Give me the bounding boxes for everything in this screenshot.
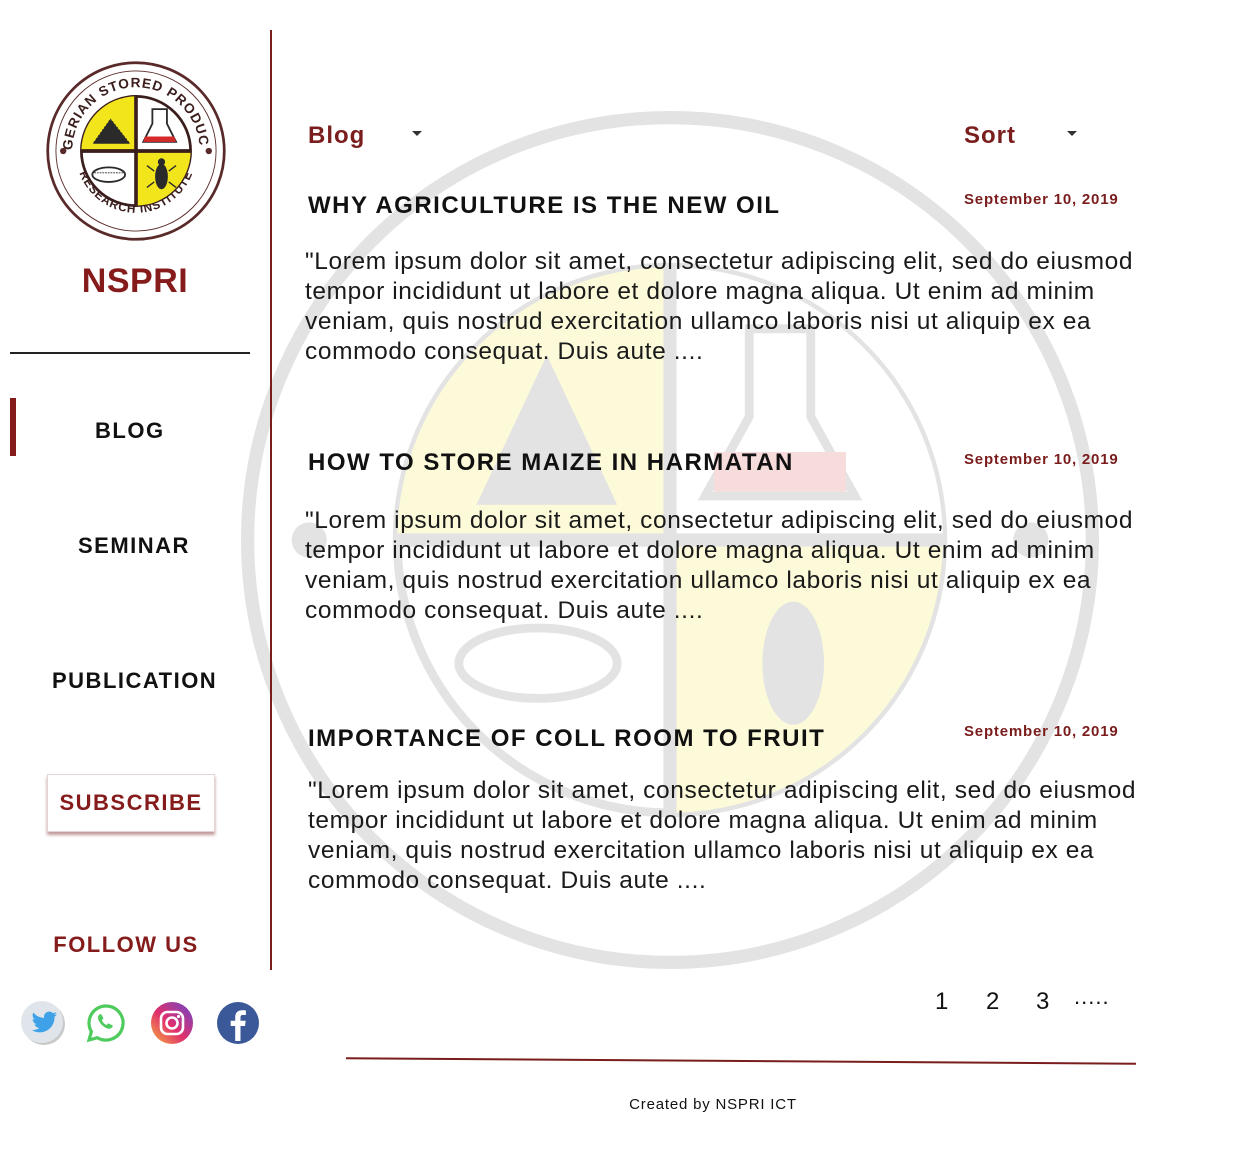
active-nav-indicator — [10, 398, 16, 456]
post-date: September 10, 2019 — [964, 191, 1119, 208]
sort-chevron-down-icon[interactable] — [1067, 131, 1077, 136]
footer-credit: Created by NSPRI ICT — [629, 1096, 797, 1113]
post-excerpt: "Lorem ipsum dolor sit amet, consectetur… — [305, 248, 1134, 365]
sidebar-item-publication[interactable]: PUBLICATION — [52, 668, 217, 694]
post-excerpt: "Lorem ipsum dolor sit amet, consectetur… — [308, 777, 1137, 894]
post-date: September 10, 2019 — [964, 723, 1119, 740]
nspri-logo[interactable]: NIGERIAN STORED PRODUCTS RESEARCH INSTIT… — [45, 60, 227, 242]
sort-dropdown[interactable]: Sort — [964, 122, 1016, 150]
whatsapp-icon[interactable] — [84, 1001, 128, 1045]
post-title[interactable]: WHY AGRICULTURE IS THE NEW OIL — [308, 192, 781, 220]
brand-name: NSPRI — [81, 262, 189, 300]
category-dropdown[interactable]: Blog — [308, 122, 365, 150]
sidebar-divider — [10, 352, 250, 354]
sidebar-item-seminar[interactable]: SEMINAR — [78, 533, 190, 559]
page-link-3[interactable]: 3 — [1036, 988, 1049, 1016]
page-link-1[interactable]: 1 — [935, 988, 948, 1016]
category-chevron-down-icon[interactable] — [412, 131, 422, 136]
post-title[interactable]: IMPORTANCE OF COLL ROOM TO FRUIT — [308, 725, 825, 753]
twitter-icon[interactable] — [21, 1001, 65, 1045]
facebook-icon[interactable] — [216, 1001, 260, 1045]
page-link-2[interactable]: 2 — [986, 988, 999, 1016]
post-title[interactable]: HOW TO STORE MAIZE IN HARMATAN — [308, 449, 794, 477]
sidebar-item-blog[interactable]: BLOG — [95, 418, 165, 444]
post-date: September 10, 2019 — [964, 451, 1119, 468]
post-excerpt: "Lorem ipsum dolor sit amet, consectetur… — [305, 507, 1134, 624]
follow-us-heading: FOLLOW US — [53, 932, 199, 957]
page-more-ellipsis[interactable]: ..... — [1074, 984, 1110, 1010]
instagram-icon[interactable] — [150, 1001, 194, 1045]
sidebar: NIGERIAN STORED PRODUCTS RESEARCH INSTIT… — [0, 0, 272, 970]
sidebar-border — [270, 30, 272, 970]
subscribe-button[interactable]: SUBSCRIBE — [47, 774, 215, 832]
footer-divider — [346, 1057, 1136, 1065]
